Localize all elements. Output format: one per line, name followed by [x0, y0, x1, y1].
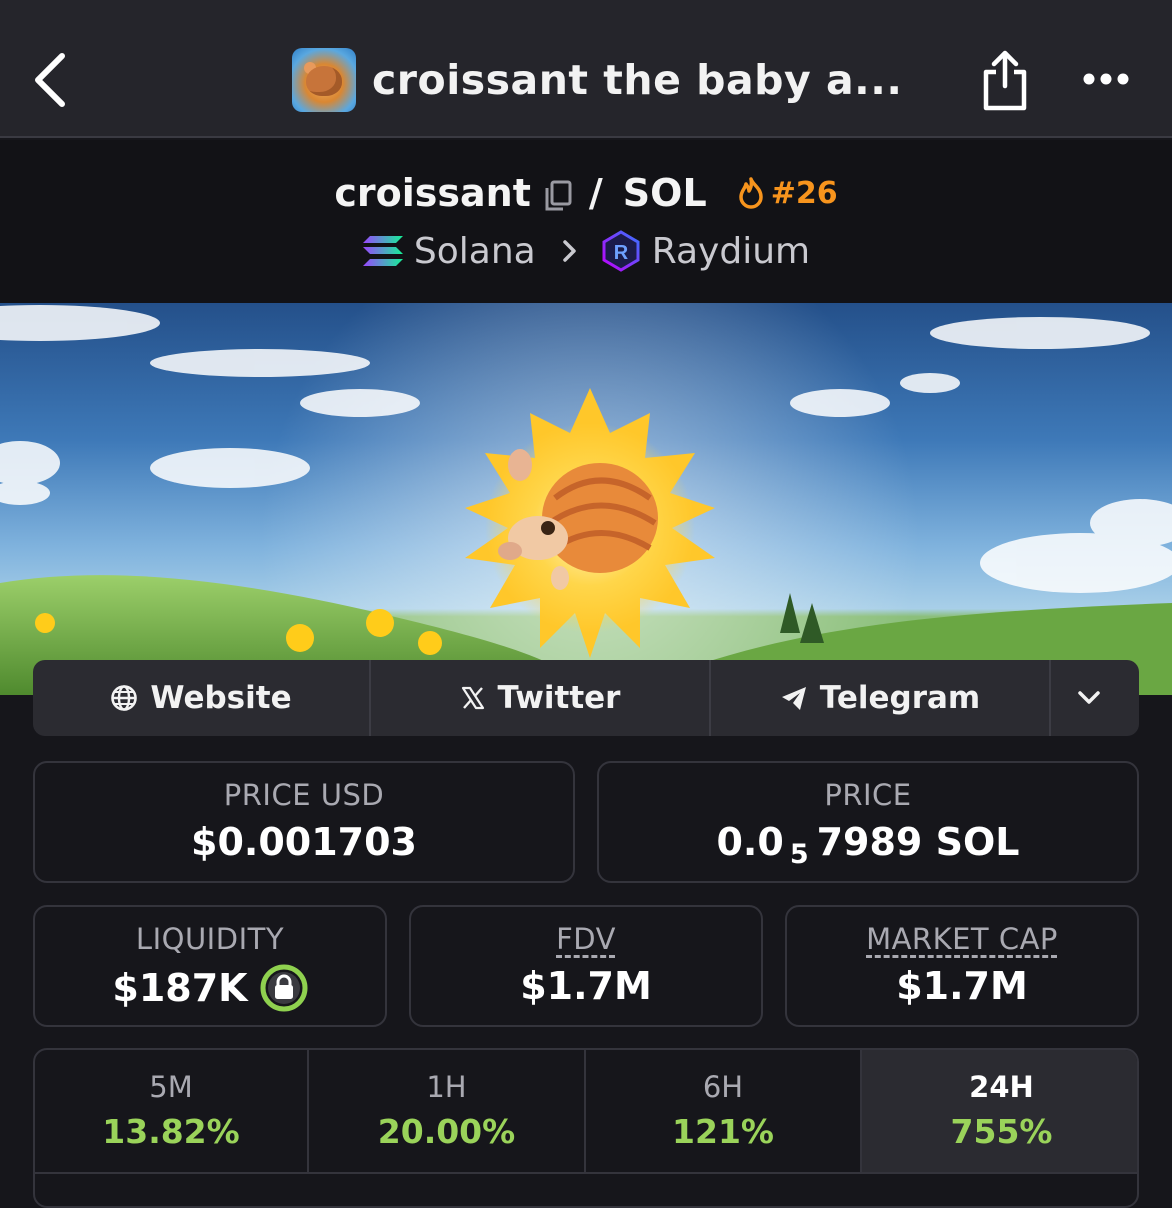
pair-title: croissant / SOL #26 [0, 168, 1172, 218]
flame-icon [738, 177, 763, 209]
price-native-suffix: 7989 SOL [816, 820, 1020, 864]
more-links-button[interactable] [1051, 660, 1139, 736]
share-icon [983, 50, 1027, 111]
timeframe-tabs: 5M 13.82% 1H 20.00% 6H 121% 24H 755% [33, 1048, 1139, 1208]
tab-6h-change: 121% [672, 1112, 774, 1151]
token-banner-image [0, 303, 1172, 695]
liquidity-value-row: $187K [35, 964, 385, 1012]
telegram-label: Telegram [819, 680, 981, 716]
price-native-label: PRICE [824, 778, 912, 812]
pair-separator: / [588, 171, 603, 215]
tab-24h-change: 755% [950, 1112, 1053, 1151]
tab-1h-change: 20.00% [377, 1112, 516, 1151]
tab-5m[interactable]: 5M 13.82% [35, 1050, 309, 1174]
more-options-button[interactable] [1082, 66, 1130, 92]
price-usd-card: PRICE USD $0.001703 [33, 761, 575, 883]
copy-icon[interactable] [543, 177, 573, 211]
svg-text:R: R [614, 242, 629, 264]
tab-5m-change: 13.82% [102, 1112, 240, 1151]
share-button[interactable] [980, 50, 1030, 112]
token-avatar [292, 48, 356, 112]
price-usd-value: $0.001703 [191, 820, 417, 864]
chain-name[interactable]: Solana [414, 231, 536, 272]
tab-24h[interactable]: 24H 755% [862, 1050, 1137, 1174]
globe-icon [111, 685, 138, 711]
raydium-logo-icon: R [602, 230, 640, 272]
tab-6h-label: 6H [702, 1070, 744, 1104]
fdv-value: $1.7M [520, 964, 652, 1008]
back-button[interactable] [30, 48, 74, 112]
website-label: Website [150, 680, 292, 716]
price-native-value: 0.0 5 7989 SOL [599, 820, 1137, 870]
quote-token-symbol: SOL [622, 171, 707, 215]
twitter-link[interactable]: Twitter [371, 660, 711, 736]
solana-logo-icon [362, 236, 403, 266]
pair-header: croissant / SOL #26 Solana R Raydium [0, 140, 1172, 303]
liquidity-lock-icon[interactable] [260, 964, 308, 1012]
price-usd-label: PRICE USD [223, 778, 385, 812]
chevron-left-icon [35, 53, 65, 107]
fdv-card: FDV $1.7M [409, 905, 763, 1027]
liquidity-card: LIQUIDITY $187K [33, 905, 387, 1027]
market-cap-label[interactable]: MARKET CAP [866, 922, 1058, 956]
price-native-zero-count: 5 [789, 838, 809, 870]
market-cap-card: MARKET CAP $1.7M [785, 905, 1139, 1027]
tab-6h[interactable]: 6H 121% [586, 1050, 862, 1174]
liquidity-label: LIQUIDITY [135, 922, 285, 956]
fdv-label[interactable]: FDV [556, 922, 616, 956]
base-token-symbol: croissant [334, 171, 531, 215]
dex-name[interactable]: Raydium [652, 231, 810, 272]
website-link[interactable]: Website [33, 660, 371, 736]
tab-5m-label: 5M [149, 1070, 193, 1104]
chain-breadcrumb: Solana R Raydium [0, 228, 1172, 274]
page-title: croissant the baby a... [372, 56, 903, 104]
twitter-label: Twitter [497, 680, 621, 716]
trending-rank-badge[interactable]: #26 [737, 176, 838, 211]
top-nav-bar: croissant the baby a... [0, 0, 1172, 138]
nav-title-group: croissant the baby a... [292, 48, 902, 112]
tab-24h-label: 24H [969, 1070, 1034, 1104]
liquidity-value: $187K [112, 966, 248, 1010]
tab-1h-label: 1H [426, 1070, 467, 1104]
rank-value: #26 [770, 175, 838, 211]
price-native-card: PRICE 0.0 5 7989 SOL [597, 761, 1139, 883]
chevron-down-icon [1078, 691, 1100, 704]
more-horizontal-icon [1083, 73, 1129, 85]
chevron-right-icon [562, 231, 578, 272]
price-native-prefix: 0.0 [716, 820, 784, 864]
x-logo-icon [461, 686, 484, 710]
market-cap-value: $1.7M [896, 964, 1028, 1008]
tab-1h[interactable]: 1H 20.00% [309, 1050, 586, 1174]
social-links-bar: Website Twitter Telegram [33, 660, 1139, 736]
telegram-icon [781, 687, 806, 710]
telegram-link[interactable]: Telegram [711, 660, 1051, 736]
